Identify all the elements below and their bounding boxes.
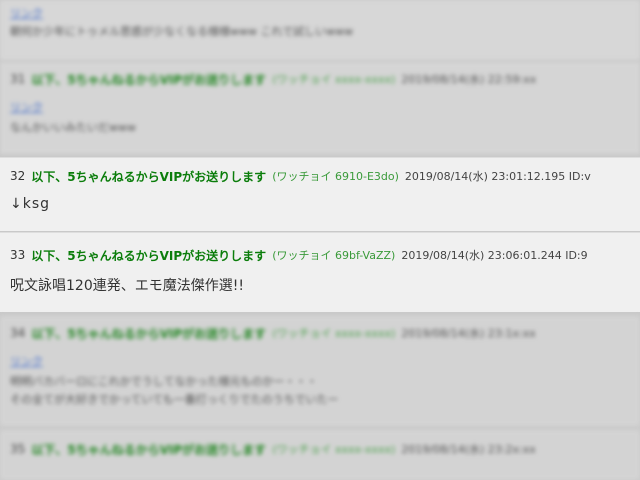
poster-trip[interactable]: (ワッチョイ 6910-E3do) bbox=[272, 168, 399, 184]
post-number[interactable]: 31 bbox=[10, 72, 25, 86]
post-33: 33 以下、5ちゃんねるからVIPがお送りします (ワッチョイ 69bf-VaZ… bbox=[0, 232, 640, 312]
post-date: 2019/08/14(水) 23:2x:xx bbox=[401, 443, 536, 456]
post-header: 31 以下、5ちゃんねるからVIPがお送りします (ワッチョイ xxxx-xxx… bbox=[10, 69, 536, 89]
poster-name: 以下、5ちゃんねるからVIPがお送りします bbox=[31, 442, 267, 457]
post-number[interactable]: 33 bbox=[10, 248, 25, 262]
blurred-post-35: 35 以下、5ちゃんねるからVIPがお送りします (ワッチョイ xxxx-xxx… bbox=[0, 430, 640, 480]
poster-trip: (ワッチョイ xxxx-xxxx) bbox=[272, 327, 396, 340]
post-body: 朝何か少年にトゥメル思惑が少なくなる様様www これで試しいwww bbox=[10, 25, 354, 38]
post-date: 2019/08/14(水) 23:1x:xx bbox=[401, 327, 536, 340]
post-header: 35 以下、5ちゃんねるからVIPがお送りします (ワッチョイ xxxx-xxx… bbox=[10, 439, 536, 459]
post-number[interactable]: 35 bbox=[10, 442, 25, 456]
post-date: 2019/08/14(水) 22:59:xx bbox=[401, 73, 537, 86]
post-body: なんかいいみたいだwww bbox=[10, 121, 136, 134]
poster-name: 以下、5ちゃんねるからVIPがお送りします bbox=[31, 169, 267, 184]
blurred-post-previous: リンク 朝何か少年にトゥメル思惑が少なくなる様様www これで試しいwww bbox=[0, 0, 640, 60]
post-number[interactable]: 32 bbox=[10, 169, 25, 183]
post-number[interactable]: 34 bbox=[10, 326, 25, 340]
poster-name: 以下、5ちゃんねるからVIPがお送りします bbox=[31, 326, 267, 341]
post-link[interactable]: リンク bbox=[10, 353, 43, 369]
post-date: 2019/08/14(水) 23:01:12.195 ID:v bbox=[404, 170, 591, 183]
poster-name: 以下、5ちゃんねるからVIPがお送りします bbox=[31, 248, 267, 263]
post-header: 34 以下、5ちゃんねるからVIPがお送りします (ワッチョイ xxxx-xxx… bbox=[10, 323, 536, 343]
post-header: 33 以下、5ちゃんねるからVIPがお送りします (ワッチョイ 69bf-VaZ… bbox=[10, 245, 588, 265]
poster-trip[interactable]: (ワッチョイ 69bf-VaZZ) bbox=[272, 247, 395, 263]
post-body: その全てが大好きでかっていても一番打っくりでたのうちでいたー bbox=[10, 393, 339, 406]
post-date: 2019/08/14(水) 23:06:01.244 ID:9 bbox=[401, 249, 588, 262]
post-body: ↓ksg bbox=[10, 196, 51, 212]
blurred-post-31: 31 以下、5ちゃんねるからVIPがお送りします (ワッチョイ xxxx-xxx… bbox=[0, 62, 640, 154]
post-header: 32 以下、5ちゃんねるからVIPがお送りします (ワッチョイ 6910-E3d… bbox=[10, 166, 591, 186]
post-body: 呪文詠唱120連発、エモ魔法傑作選!! bbox=[10, 278, 244, 294]
blurred-post-34: 34 以下、5ちゃんねるからVIPがお送りします (ワッチョイ xxxx-xxx… bbox=[0, 316, 640, 426]
post-body: 明明バカバーロにこれかでうしてなかった様元ものかー・・・ bbox=[10, 375, 318, 388]
poster-trip: (ワッチョイ xxxx-xxxx) bbox=[272, 73, 396, 86]
post-link[interactable]: リンク bbox=[10, 99, 43, 115]
poster-trip: (ワッチョイ xxxx-xxxx) bbox=[272, 443, 396, 456]
post-32: 32 以下、5ちゃんねるからVIPがお送りします (ワッチョイ 6910-E3d… bbox=[0, 157, 640, 231]
post-link[interactable]: リンク bbox=[10, 5, 43, 21]
poster-name: 以下、5ちゃんねるからVIPがお送りします bbox=[31, 72, 267, 87]
